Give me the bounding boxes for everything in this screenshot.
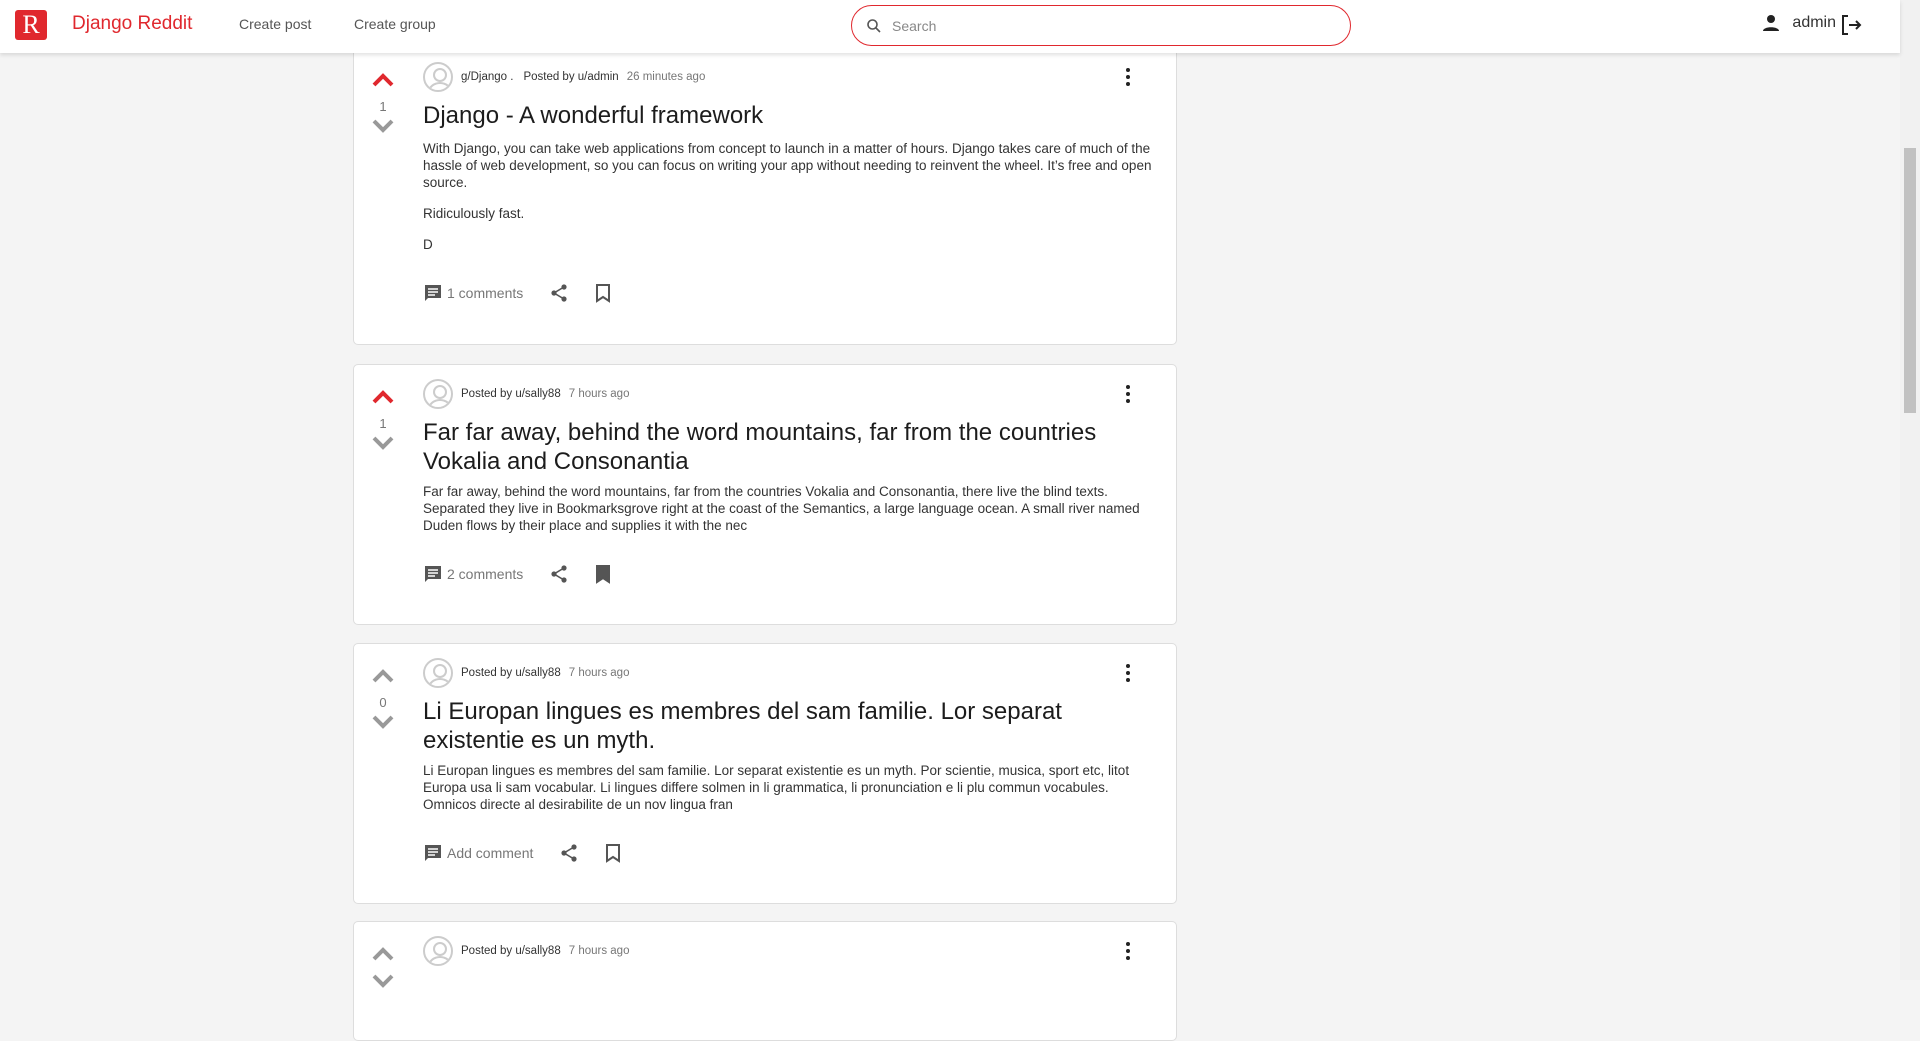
upvote-icon[interactable]: [371, 946, 395, 962]
post-card: Posted by u/sally88 7 hours ago: [353, 921, 1177, 1041]
group-link[interactable]: g/Django .: [461, 71, 513, 83]
posted-by[interactable]: Posted by u/admin: [523, 71, 618, 83]
logo[interactable]: R: [15, 10, 47, 40]
comments-label: 1 comments: [447, 285, 524, 301]
bookmark-icon[interactable]: [605, 843, 621, 863]
comments-label: 2 comments: [447, 566, 524, 582]
post-paragraph: Far far away, behind the word mountains,…: [423, 484, 1140, 533]
share-icon[interactable]: [559, 843, 579, 863]
post-actions: 1 comments: [423, 283, 1156, 303]
post-body: Far far away, behind the word mountains,…: [423, 483, 1156, 534]
vote-column: 1: [368, 72, 398, 139]
avatar: [423, 658, 453, 688]
post-body: With Django, you can take web applicatio…: [423, 140, 1156, 253]
post-meta: Posted by u/sally88 7 hours ago: [423, 936, 1156, 966]
comments-button[interactable]: 2 comments: [423, 564, 523, 584]
top-navbar: R Django Reddit Create post Create group…: [0, 0, 1900, 53]
search-input[interactable]: [892, 17, 1332, 34]
scrollbar-thumb[interactable]: [1904, 148, 1916, 413]
post-title[interactable]: Li Europan lingues es membres del sam fa…: [423, 697, 1156, 755]
comments-label: Add comment: [447, 845, 534, 861]
post-paragraph: Ridiculously fast.: [423, 206, 525, 221]
share-icon[interactable]: [549, 283, 569, 303]
post-time: 7 hours ago: [568, 667, 630, 679]
more-options-icon[interactable]: [1118, 658, 1138, 688]
post-card: 1 Posted by u/sally88 7 hours ago Far fa…: [353, 364, 1177, 625]
scrollbar[interactable]: [1900, 0, 1920, 980]
upvote-icon[interactable]: [371, 668, 395, 684]
posted-by[interactable]: Posted by u/sally88: [461, 945, 561, 957]
search-icon: [867, 18, 881, 33]
avatar: [423, 62, 453, 92]
user-menu[interactable]: admin: [1762, 14, 1836, 32]
vote-count: 1: [379, 416, 387, 431]
post-meta: Posted by u/sally88 7 hours ago: [423, 658, 1156, 688]
comment-icon: [425, 566, 441, 582]
create-post-link[interactable]: Create post: [239, 16, 311, 32]
comments-button[interactable]: 1 comments: [423, 283, 523, 303]
post-actions: 2 comments: [423, 564, 1156, 584]
post-meta: g/Django . Posted by u/admin 26 minutes …: [423, 62, 1156, 92]
avatar: [423, 936, 453, 966]
logout-icon[interactable]: [1840, 14, 1862, 36]
post-paragraph: With Django, you can take web applicatio…: [423, 141, 1152, 190]
avatar: [423, 379, 453, 409]
create-group-link[interactable]: Create group: [354, 16, 436, 32]
upvote-icon[interactable]: [371, 72, 395, 88]
bookmark-icon[interactable]: [595, 564, 611, 584]
more-options-icon[interactable]: [1118, 62, 1138, 92]
downvote-icon[interactable]: [371, 714, 395, 730]
posted-by[interactable]: Posted by u/sally88: [461, 667, 561, 679]
post-time: 7 hours ago: [568, 945, 630, 957]
post-card: 1 g/Django . Posted by u/admin 26 minute…: [353, 47, 1177, 345]
brand-link[interactable]: Django Reddit: [72, 13, 192, 35]
post-card: 0 Posted by u/sally88 7 hours ago Li Eur…: [353, 643, 1177, 904]
comment-icon: [425, 845, 441, 861]
vote-count: 1: [379, 99, 387, 114]
post-actions: Add comment: [423, 843, 1156, 863]
more-options-icon[interactable]: [1118, 936, 1138, 966]
upvote-icon[interactable]: [371, 389, 395, 405]
post-body: Li Europan lingues es membres del sam fa…: [423, 762, 1156, 813]
post-time: 7 hours ago: [568, 388, 630, 400]
downvote-icon[interactable]: [371, 973, 395, 989]
vote-column: 1: [368, 389, 398, 456]
post-meta: Posted by u/sally88 7 hours ago: [423, 379, 1156, 409]
vote-column: [368, 946, 398, 994]
user-icon: [1763, 15, 1780, 31]
post-paragraph: D: [423, 237, 433, 252]
comment-icon: [425, 285, 441, 301]
post-title[interactable]: Far far away, behind the word mountains,…: [423, 418, 1156, 476]
post-title[interactable]: Django - A wonderful framework: [423, 101, 1156, 130]
comments-button[interactable]: Add comment: [423, 843, 533, 863]
post-paragraph: Li Europan lingues es membres del sam fa…: [423, 763, 1130, 812]
posted-by[interactable]: Posted by u/sally88: [461, 388, 561, 400]
more-options-icon[interactable]: [1118, 379, 1138, 409]
search-bar[interactable]: [851, 5, 1351, 46]
bookmark-icon[interactable]: [595, 283, 611, 303]
post-time: 26 minutes ago: [626, 71, 706, 83]
vote-count: 0: [379, 695, 387, 710]
share-icon[interactable]: [549, 564, 569, 584]
vote-column: 0: [368, 668, 398, 735]
downvote-icon[interactable]: [371, 118, 395, 134]
downvote-icon[interactable]: [371, 435, 395, 451]
username: admin: [1792, 14, 1836, 31]
